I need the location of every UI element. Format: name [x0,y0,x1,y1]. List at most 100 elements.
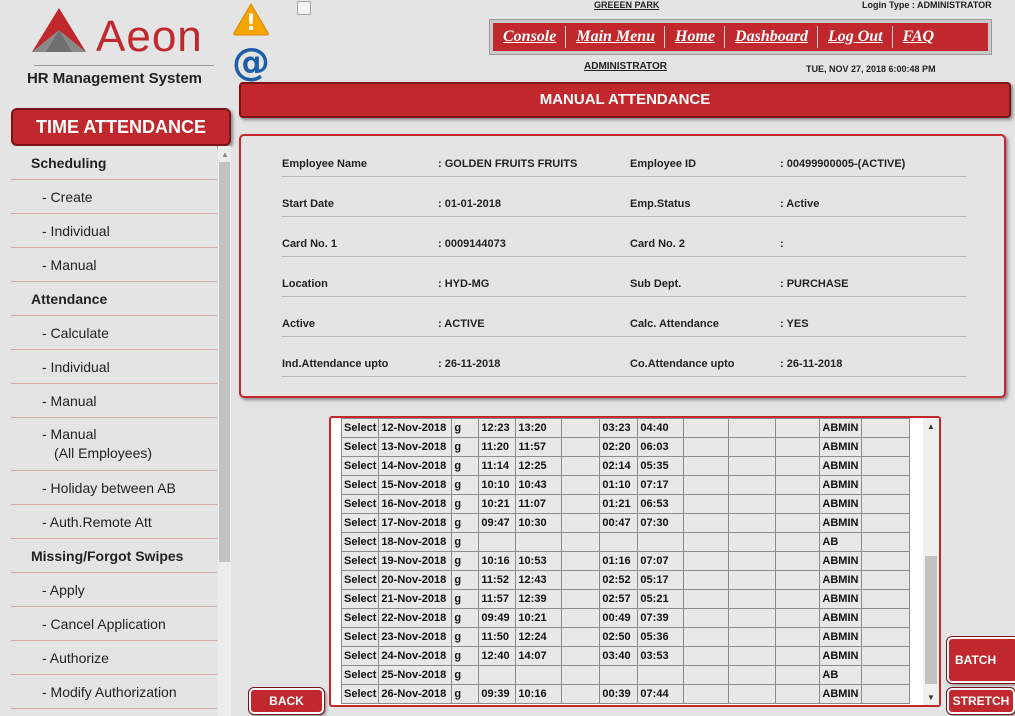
table-cell: 03:40 [599,646,639,666]
sidebar-section-header[interactable]: Scheduling [11,146,217,180]
table-cell: g [451,608,480,628]
sidebar-item[interactable]: - Modify Authorization [11,675,217,709]
select-link[interactable]: Select [340,551,380,571]
table-cell: 07:39 [637,608,685,628]
table-cell [683,532,730,552]
nav-link-console[interactable]: Console [493,26,567,48]
field-label: Start Date [282,198,334,210]
table-cell: 02:52 [599,570,639,590]
table-cell: 12:23 [478,418,517,438]
sidebar-item[interactable]: - Individual [11,350,217,384]
field-value: : GOLDEN FRUITS FRUITS [438,158,578,170]
table-cell [728,551,777,571]
select-link[interactable]: Select [340,475,380,495]
scroll-up-icon[interactable]: ▲ [221,150,229,159]
table-cell: g [451,456,480,476]
table-cell [728,589,777,609]
sidebar-item[interactable]: - Apply [11,573,217,607]
sidebar-item[interactable]: - Authorize [11,641,217,675]
stretch-button[interactable]: STRETCH [946,687,1015,715]
table-cell: 12:39 [515,589,563,609]
table-cell [561,646,601,666]
back-button[interactable]: BACK [248,687,325,715]
select-link[interactable]: Select [340,532,380,552]
table-row: Select 12-Nov-2018 g 12:23 13:20 03:23 04:40 AB… [340,418,911,438]
sidebar-item-label: - Manual [42,257,97,273]
table-cell [728,532,777,552]
select-link[interactable]: Select [340,665,380,685]
select-link[interactable]: Select [340,513,380,533]
sidebar-item[interactable]: - Auth.Remote Att [11,505,217,539]
nav-link-faq[interactable]: FAQ [893,26,943,48]
table-cell: 06:53 [637,494,685,514]
sidebar-item[interactable]: - Calculate [11,316,217,350]
table-cell [728,456,777,476]
field-label: Ind.Attendance upto [282,358,389,370]
batch-update-button[interactable]: BATCH UPDATE [946,636,1015,709]
table-cell [683,551,730,571]
select-link[interactable]: Select [340,437,380,457]
select-link[interactable]: Select [340,608,380,628]
sidebar-item[interactable]: - Cancel Application [11,607,217,641]
table-cell: ABMIN [819,418,863,438]
nav-link-log-out[interactable]: Log Out [818,26,893,48]
sidebar-item[interactable]: - Manual (All Employees) [11,418,217,471]
table-cell [561,551,601,571]
table-cell: 11:50 [478,627,517,647]
field-label: Employee ID [630,158,697,170]
table-cell: 11:57 [515,437,563,457]
nav-link-dashboard[interactable]: Dashboard [725,26,818,48]
brand-name: Aeon [96,12,203,61]
table-cell [561,513,601,533]
sidebar-section-header[interactable]: Missing/Forgot Swipes [11,539,217,573]
select-link[interactable]: Select [340,627,380,647]
select-link[interactable]: Select [340,684,380,704]
nav-link-main-menu[interactable]: Main Menu [566,26,666,48]
select-link[interactable]: Select [340,418,380,438]
table-row: Select 25-Nov-2018 g AB [340,665,911,685]
scroll-down-icon[interactable]: ▼ [927,693,935,702]
table-cell: 10:16 [515,684,563,704]
sidebar-item[interactable]: - Manual [11,384,217,418]
select-link[interactable]: Select [340,646,380,666]
user-name[interactable]: ADMINISTRATOR [584,61,667,72]
field-label: Card No. 1 [282,238,338,250]
field-value: : YES [780,318,809,330]
employee-info-row: Ind.Attendance upto: 26-11-2018 Co.Attend… [282,337,966,377]
scroll-up-icon[interactable]: ▲ [927,422,935,431]
email-icon[interactable]: @ [232,40,270,84]
sidebar-item[interactable]: - Individual [11,214,217,248]
table-cell [728,475,777,495]
sidebar-scroll-thumb[interactable] [219,162,230,562]
table-cell: ABMIN [819,494,863,514]
select-link[interactable]: Select [340,570,380,590]
select-link[interactable]: Select [340,456,380,476]
table-row: Select 21-Nov-2018 g 11:57 12:39 02:57 05:21 AB… [340,589,911,609]
table-cell [775,551,821,571]
sidebar-item[interactable]: - Manual [11,248,217,282]
table-cell [478,532,517,552]
sidebar-scrollbar[interactable]: ▲ [218,146,231,716]
sidebar-item[interactable]: - Create [11,180,217,214]
table-cell [775,684,821,704]
table-cell: 07:07 [637,551,685,571]
table-cell: 01:21 [599,494,639,514]
branch-name[interactable]: GREEEN PARK [594,0,659,10]
table-cell [683,456,730,476]
table-cell: ABMIN [819,646,863,666]
attendance-scrollbar[interactable]: ▲ ▼ [923,418,939,705]
module-title[interactable]: TIME ATTENDANCE [11,108,231,146]
table-cell: 00:49 [599,608,639,628]
select-link[interactable]: Select [340,589,380,609]
table-cell: 19-Nov-2018 [378,551,453,571]
table-cell: ABMIN [819,475,863,495]
attendance-scroll-thumb[interactable] [925,556,937,684]
sidebar-section-header[interactable]: Attendance [11,282,217,316]
sidebar-item[interactable]: - Holiday between AB [11,471,217,505]
table-cell [861,418,911,438]
table-row: Select 13-Nov-2018 g 11:20 11:57 02:20 06:03 AB… [340,437,911,457]
warning-icon[interactable]: ! [232,2,270,41]
nav-link-home[interactable]: Home [665,26,726,48]
select-link[interactable]: Select [340,494,380,514]
table-cell: 07:30 [637,513,685,533]
